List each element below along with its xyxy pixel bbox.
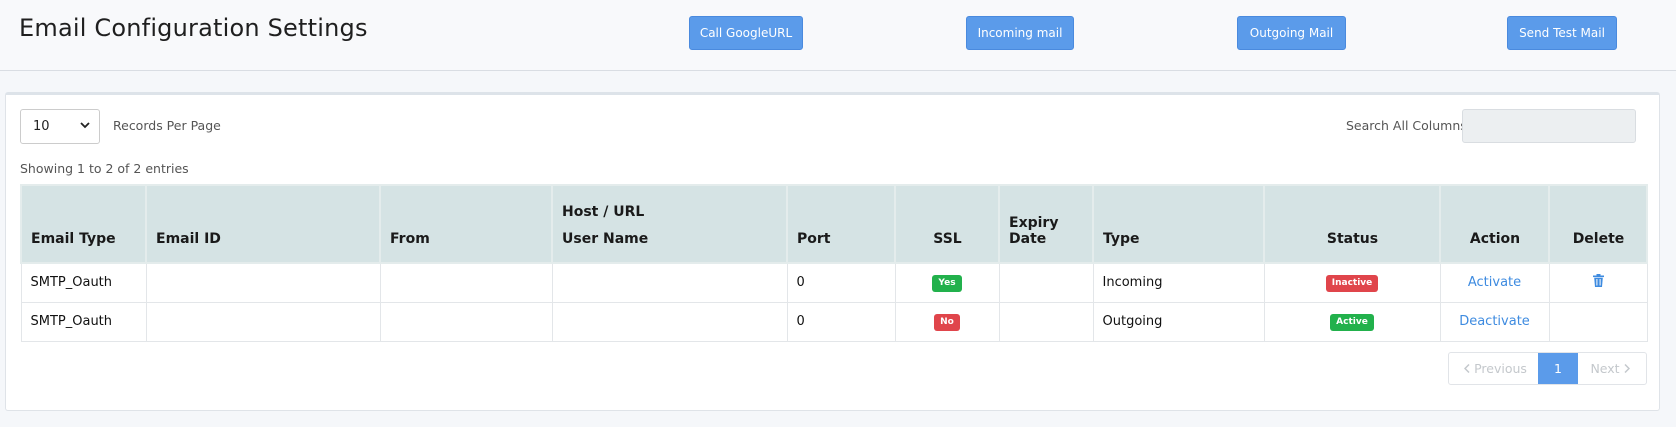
cell-port: 0: [786, 301, 896, 342]
cell-type: Incoming: [1092, 262, 1265, 303]
next-page-button[interactable]: Next: [1578, 353, 1646, 384]
col-from[interactable]: From: [379, 184, 553, 264]
col-ssl[interactable]: SSL: [894, 184, 1000, 264]
cell-action: Activate: [1439, 262, 1550, 303]
ssl-badge: Yes: [932, 274, 962, 292]
next-label: Next: [1590, 361, 1620, 376]
cell-action: Deactivate: [1439, 301, 1550, 342]
col-email-type[interactable]: Email Type: [20, 184, 147, 264]
previous-label: Previous: [1474, 361, 1527, 376]
page-1-button[interactable]: 1: [1538, 353, 1578, 384]
search-label: Search All Columns: [1346, 118, 1467, 133]
deactivate-link[interactable]: Deactivate: [1459, 314, 1530, 329]
col-host-user[interactable]: Host / URL User Name: [551, 184, 788, 264]
entries-info: Showing 1 to 2 of 2 entries: [20, 161, 189, 176]
cell-expiry: [998, 301, 1094, 342]
records-per-page-select[interactable]: 10: [20, 109, 100, 144]
cell-delete: [1548, 262, 1648, 303]
cell-from: [379, 262, 553, 303]
cell-type: Outgoing: [1092, 301, 1265, 342]
email-config-table: Email Type Email ID From Host / URL User …: [20, 184, 1648, 342]
col-email-id[interactable]: Email ID: [145, 184, 381, 264]
cell-email-type: SMTP_Oauth: [20, 262, 147, 303]
records-per-page-label: Records Per Page: [113, 118, 221, 133]
cell-expiry: [998, 262, 1094, 303]
table-row: SMTP_Oauth 0 No Outgoing Active Deactiva…: [20, 301, 1648, 342]
col-port[interactable]: Port: [786, 184, 896, 264]
cell-ssl: Yes: [894, 262, 1000, 303]
cell-email-id: [145, 301, 381, 342]
page-title: Email Configuration Settings: [19, 14, 368, 42]
activate-link[interactable]: Activate: [1468, 275, 1521, 290]
previous-page-button[interactable]: Previous: [1449, 353, 1538, 384]
col-user-name: User Name: [562, 231, 649, 247]
col-delete[interactable]: Delete: [1548, 184, 1648, 264]
cell-email-type: SMTP_Oauth: [20, 301, 147, 342]
outgoing-mail-button[interactable]: Outgoing Mail: [1237, 16, 1346, 50]
cell-status: Inactive: [1263, 262, 1441, 303]
cell-host: [551, 262, 788, 303]
table-header-row: Email Type Email ID From Host / URL User …: [20, 184, 1648, 264]
cell-email-id: [145, 262, 381, 303]
cell-host: [551, 301, 788, 342]
send-test-mail-button[interactable]: Send Test Mail: [1507, 16, 1617, 50]
ssl-badge: No: [934, 313, 960, 331]
status-badge: Active: [1330, 313, 1374, 331]
search-input[interactable]: [1462, 109, 1636, 143]
pagination: Previous 1 Next: [1448, 352, 1647, 385]
col-status[interactable]: Status: [1263, 184, 1441, 264]
status-badge: Inactive: [1325, 274, 1379, 292]
cell-port: 0: [786, 262, 896, 303]
chevron-down-icon: [80, 122, 90, 129]
trash-icon[interactable]: [1592, 274, 1604, 288]
cell-from: [379, 301, 553, 342]
cell-ssl: No: [894, 301, 1000, 342]
incoming-mail-button[interactable]: Incoming mail: [966, 16, 1074, 50]
table-row: SMTP_Oauth 0 Yes Incoming Inactive Activ…: [20, 262, 1648, 303]
col-action[interactable]: Action: [1439, 184, 1550, 264]
call-google-url-button[interactable]: Call GoogleURL: [689, 16, 803, 50]
cell-status: Active: [1263, 301, 1441, 342]
col-host-url: Host / URL: [562, 204, 645, 220]
col-type[interactable]: Type: [1092, 184, 1265, 264]
col-expiry-date[interactable]: Expiry Date: [998, 184, 1094, 264]
records-per-page-value: 10: [33, 119, 50, 134]
chevron-right-icon: [1624, 364, 1630, 373]
cell-delete: [1548, 301, 1648, 342]
page-header: Email Configuration Settings Call Google…: [0, 0, 1676, 71]
chevron-left-icon: [1464, 364, 1470, 373]
